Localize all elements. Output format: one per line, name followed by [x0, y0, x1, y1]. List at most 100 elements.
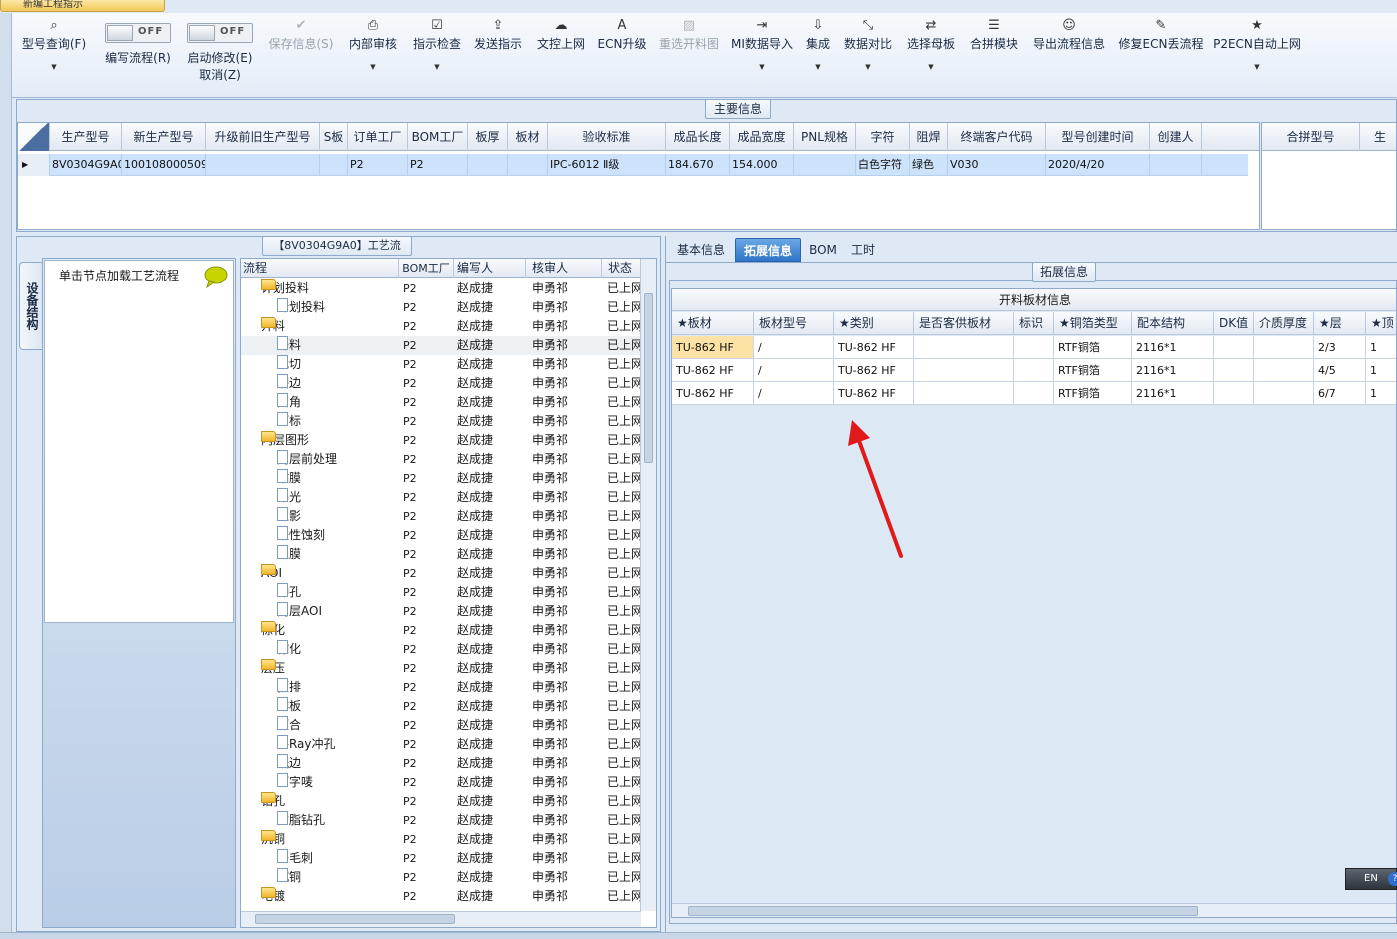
- tree-node[interactable]: 退膜: [277, 545, 417, 564]
- tree-node[interactable]: 开料: [277, 336, 417, 355]
- material-col-2[interactable]: ★类别: [834, 312, 914, 335]
- ribbon-button-2[interactable]: OFF 启动修改(E) 取消(Z): [182, 13, 258, 97]
- process-tree-row[interactable]: 沉铜 P2 赵成捷 申勇祁 已上网: [241, 868, 641, 887]
- ribbon-button-11[interactable]: ⇩ 集成 ▼: [800, 13, 836, 97]
- main-col-11[interactable]: PNL规格: [794, 123, 856, 151]
- material-col-7[interactable]: DK值: [1214, 312, 1254, 335]
- main-cell-15[interactable]: 2020/4/20: [1046, 154, 1150, 176]
- process-tree-row[interactable]: 显影 P2 赵成捷 申勇祁 已上网: [241, 507, 641, 526]
- tree-node[interactable]: 内层前处理: [277, 450, 417, 469]
- tree-node[interactable]: −棕化: [261, 621, 401, 640]
- main-cell-14[interactable]: V030: [948, 154, 1046, 176]
- material-col-0[interactable]: ★板材: [672, 312, 754, 335]
- main-cell-0[interactable]: 8V0304G9A0: [50, 154, 122, 176]
- process-tree-row[interactable]: 开料 P2 赵成捷 申勇祁 已上网: [241, 336, 641, 355]
- tree-node[interactable]: 曝光: [277, 488, 417, 507]
- material-cell[interactable]: [914, 359, 1014, 382]
- main-cell-8[interactable]: IPC-6012 Ⅱ级: [548, 154, 666, 176]
- material-cell[interactable]: TU-862 HF: [834, 359, 914, 382]
- main-cell-10[interactable]: 154.000: [730, 154, 794, 176]
- main-col-5[interactable]: BOM工厂: [408, 123, 468, 151]
- tree-node[interactable]: −计划投料: [261, 279, 401, 298]
- tree-node[interactable]: 树脂钻孔: [277, 811, 417, 830]
- main-col-3[interactable]: S板: [320, 123, 348, 151]
- tree-node[interactable]: 打标: [277, 412, 417, 431]
- tree-vscroll-thumb[interactable]: [644, 293, 653, 463]
- tree-node[interactable]: 内层AOI: [277, 602, 417, 621]
- tree-node[interactable]: −内层图形: [261, 431, 401, 450]
- material-cell[interactable]: [914, 382, 1014, 405]
- main-col-13[interactable]: 阻焊: [910, 123, 948, 151]
- process-tree-row[interactable]: −层压P2 赵成捷 申勇祁 已上网: [241, 659, 641, 678]
- process-tree-row[interactable]: −钻孔P2 赵成捷 申勇祁 已上网: [241, 792, 641, 811]
- main-cell-16[interactable]: [1150, 154, 1202, 176]
- material-cell[interactable]: 2116*1: [1132, 336, 1214, 359]
- process-tree-row[interactable]: 裁切 P2 赵成捷 申勇祁 已上网: [241, 355, 641, 374]
- material-cell[interactable]: 2116*1: [1132, 359, 1214, 382]
- main-cell-7[interactable]: [508, 154, 548, 176]
- material-cell[interactable]: /: [754, 382, 834, 405]
- ribbon-button-4[interactable]: ⎙ 内部审核 ▼: [346, 13, 400, 97]
- material-col-3[interactable]: 是否客供板材: [914, 312, 1014, 335]
- process-tree-row[interactable]: 冲孔 P2 赵成捷 申勇祁 已上网: [241, 583, 641, 602]
- tree-node[interactable]: 圆角: [277, 393, 417, 412]
- process-tree-row[interactable]: 打字唛 P2 赵成捷 申勇祁 已上网: [241, 773, 641, 792]
- material-cell[interactable]: 2/3: [1314, 336, 1366, 359]
- process-tree-row[interactable]: −计划投料P2 赵成捷 申勇祁 已上网: [241, 279, 641, 298]
- main-col-2[interactable]: 升级前旧生产型号: [206, 123, 320, 151]
- ribbon-button-14[interactable]: ☰ 合拼模块: [966, 13, 1022, 97]
- material-cell[interactable]: [1014, 359, 1054, 382]
- main-cell-3[interactable]: [320, 154, 348, 176]
- ribbon-button-6[interactable]: ⇪ 发送指示: [468, 13, 528, 97]
- process-tree-row[interactable]: 内层前处理 P2 赵成捷 申勇祁 已上网: [241, 450, 641, 469]
- main-col-9[interactable]: 成品长度: [666, 123, 730, 151]
- main-col-8[interactable]: 验收标准: [548, 123, 666, 151]
- tree-node[interactable]: 显影: [277, 507, 417, 526]
- tree-node[interactable]: −AOI: [261, 564, 401, 583]
- tree-node[interactable]: 冲孔: [277, 583, 417, 602]
- material-col-4[interactable]: 标识: [1014, 312, 1054, 335]
- tree-node[interactable]: 压合: [277, 716, 417, 735]
- tree-node[interactable]: 酸性蚀刻: [277, 526, 417, 545]
- material-cell[interactable]: [1254, 359, 1314, 382]
- material-cell[interactable]: TU-862 HF: [834, 382, 914, 405]
- process-tree-row[interactable]: −电镀P2 赵成捷 申勇祁 已上网: [241, 887, 641, 906]
- material-cell[interactable]: 1: [1366, 359, 1396, 382]
- help-icon[interactable]: ?: [1388, 872, 1397, 886]
- material-cell[interactable]: TU-862 HF: [672, 359, 754, 382]
- process-tree-row[interactable]: 打标 P2 赵成捷 申勇祁 已上网: [241, 412, 641, 431]
- process-tree-row[interactable]: 计划投料 P2 赵成捷 申勇祁 已上网: [241, 298, 641, 317]
- tree-node[interactable]: 沉铜: [277, 868, 417, 887]
- tree-node[interactable]: −沉铜: [261, 830, 401, 849]
- main-col-16[interactable]: 创建人: [1150, 123, 1202, 151]
- tab-1[interactable]: 拓展信息: [735, 238, 801, 262]
- tree-node[interactable]: −电镀: [261, 887, 401, 906]
- tree-node[interactable]: −层压: [261, 659, 401, 678]
- main-col-1[interactable]: 新生产型号: [122, 123, 206, 151]
- ribbon-button-8[interactable]: A ECN升级: [596, 13, 648, 97]
- material-cell[interactable]: TU-862 HF: [672, 336, 754, 359]
- material-cell[interactable]: /: [754, 359, 834, 382]
- process-tree-row[interactable]: 去毛刺 P2 赵成捷 申勇祁 已上网: [241, 849, 641, 868]
- document-tab[interactable]: 新编工程指示: [0, 0, 165, 12]
- process-tree-row[interactable]: 压合 P2 赵成捷 申勇祁 已上网: [241, 716, 641, 735]
- process-tree-row[interactable]: −内层图形P2 赵成捷 申勇祁 已上网: [241, 431, 641, 450]
- process-tree-row[interactable]: 退膜 P2 赵成捷 申勇祁 已上网: [241, 545, 641, 564]
- process-tree-row[interactable]: 树脂钻孔 P2 赵成捷 申勇祁 已上网: [241, 811, 641, 830]
- process-tree-row[interactable]: 酸性蚀刻 P2 赵成捷 申勇祁 已上网: [241, 526, 641, 545]
- tab-2[interactable]: BOM: [805, 238, 841, 262]
- main-col-4[interactable]: 订单工厂: [348, 123, 408, 151]
- process-tree-row[interactable]: −AOIP2 赵成捷 申勇祁 已上网: [241, 564, 641, 583]
- process-tree-row[interactable]: X-Ray冲孔 P2 赵成捷 申勇祁 已上网: [241, 735, 641, 754]
- flow-load-box[interactable]: 单击节点加载工艺流程: [44, 260, 234, 623]
- process-tree-row[interactable]: 内层AOI P2 赵成捷 申勇祁 已上网: [241, 602, 641, 621]
- main-cell-5[interactable]: P2: [408, 154, 468, 176]
- main-cell-1[interactable]: 10010800050931: [122, 154, 206, 176]
- main-cell-2[interactable]: [206, 154, 320, 176]
- tree-node[interactable]: X-Ray冲孔: [277, 735, 417, 754]
- ribbon-button-16[interactable]: ✎ 修复ECN丢流程: [1116, 13, 1206, 97]
- process-tree-row[interactable]: 排板 P2 赵成捷 申勇祁 已上网: [241, 697, 641, 716]
- tree-hscroll-thumb[interactable]: [255, 914, 455, 924]
- ribbon-button-0[interactable]: ⌕ 型号查询(F) ▼: [16, 13, 92, 97]
- ribbon-button-12[interactable]: ⤡ 数据对比 ▼: [840, 13, 896, 97]
